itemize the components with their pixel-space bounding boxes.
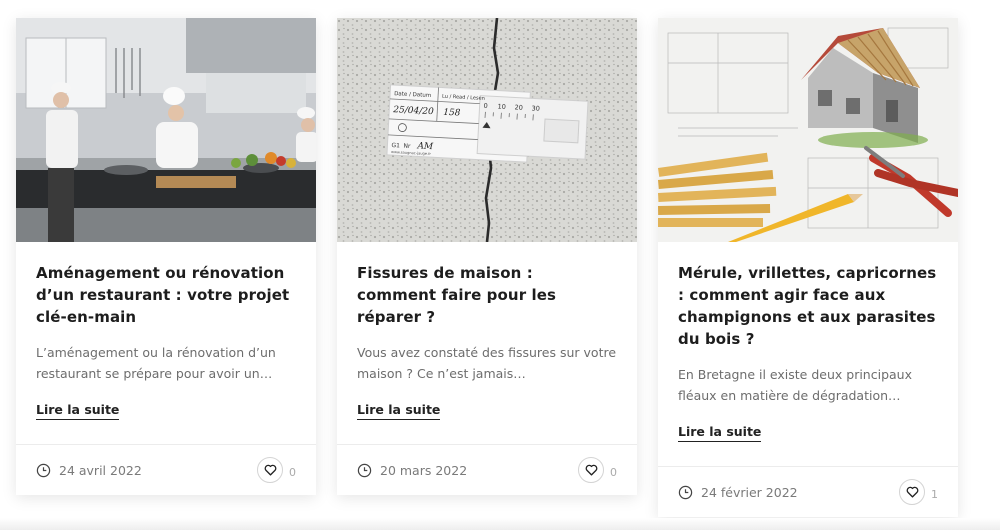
like-widget: 1 [899, 479, 938, 505]
gauge-scale-30: 30 [531, 104, 540, 112]
article-card: Date / Datum Lu / Read / Lesen 25/04/20 … [337, 18, 637, 495]
heart-icon [264, 464, 276, 476]
article-title[interactable]: Aménagement ou rénovation d’un restauran… [36, 262, 296, 328]
like-count: 1 [931, 487, 938, 501]
read-more-link[interactable]: Lire la suite [36, 402, 120, 420]
gauge-label-nr: Nr [403, 143, 411, 150]
article-title[interactable]: Fissures de maison : comment faire pour … [357, 262, 617, 328]
like-button[interactable] [899, 479, 925, 505]
gauge-scale-20: 20 [514, 103, 523, 111]
house-model-blueprint-photo [658, 18, 958, 242]
gauge-label-g1: G1 [391, 142, 400, 149]
like-widget: 0 [578, 457, 617, 483]
page-bottom-shadow [0, 518, 1000, 530]
like-button[interactable] [257, 457, 283, 483]
article-excerpt: Vous avez constaté des fissures sur votr… [357, 345, 617, 381]
article-date: 20 mars 2022 [380, 462, 468, 478]
gauge-scale-0: 0 [483, 102, 488, 110]
article-card: Mérule, vrillettes, capricornes : commen… [658, 18, 958, 517]
card-image-crack[interactable]: Date / Datum Lu / Read / Lesen 25/04/20 … [337, 18, 637, 242]
card-body: Mérule, vrillettes, capricornes : commen… [658, 242, 958, 442]
article-date: 24 février 2022 [701, 484, 798, 500]
clock-icon [678, 485, 693, 499]
clock-icon [357, 463, 372, 477]
article-date: 24 avril 2022 [59, 462, 142, 478]
card-footer: 24 février 2022 1 [658, 466, 958, 517]
clock-icon [36, 463, 51, 477]
card-body: Aménagement ou rénovation d’un restauran… [16, 242, 316, 420]
article-title[interactable]: Mérule, vrillettes, capricornes : commen… [678, 262, 938, 350]
heart-icon [906, 486, 918, 498]
restaurant-kitchen-photo [16, 18, 316, 242]
gauge-scale-10: 10 [497, 103, 506, 111]
like-button[interactable] [578, 457, 604, 483]
card-footer: 20 mars 2022 0 [337, 444, 637, 495]
like-widget: 0 [257, 457, 296, 483]
card-image-restaurant[interactable] [16, 18, 316, 242]
wall-crack-gauge-photo: Date / Datum Lu / Read / Lesen 25/04/20 … [337, 18, 637, 242]
gauge-handwritten-value: 158 [443, 108, 461, 119]
like-count: 0 [610, 465, 617, 479]
card-image-house[interactable] [658, 18, 958, 242]
article-card: Aménagement ou rénovation d’un restauran… [16, 18, 316, 495]
like-count: 0 [289, 465, 296, 479]
card-footer: 24 avril 2022 0 [16, 444, 316, 495]
article-excerpt: L’aménagement ou la rénovation d’un rest… [36, 345, 276, 381]
read-more-link[interactable]: Lire la suite [678, 424, 762, 442]
article-excerpt: En Bretagne il existe deux principaux fl… [678, 367, 912, 403]
read-more-link[interactable]: Lire la suite [357, 402, 441, 420]
card-body: Fissures de maison : comment faire pour … [337, 242, 637, 420]
heart-icon [585, 464, 597, 476]
